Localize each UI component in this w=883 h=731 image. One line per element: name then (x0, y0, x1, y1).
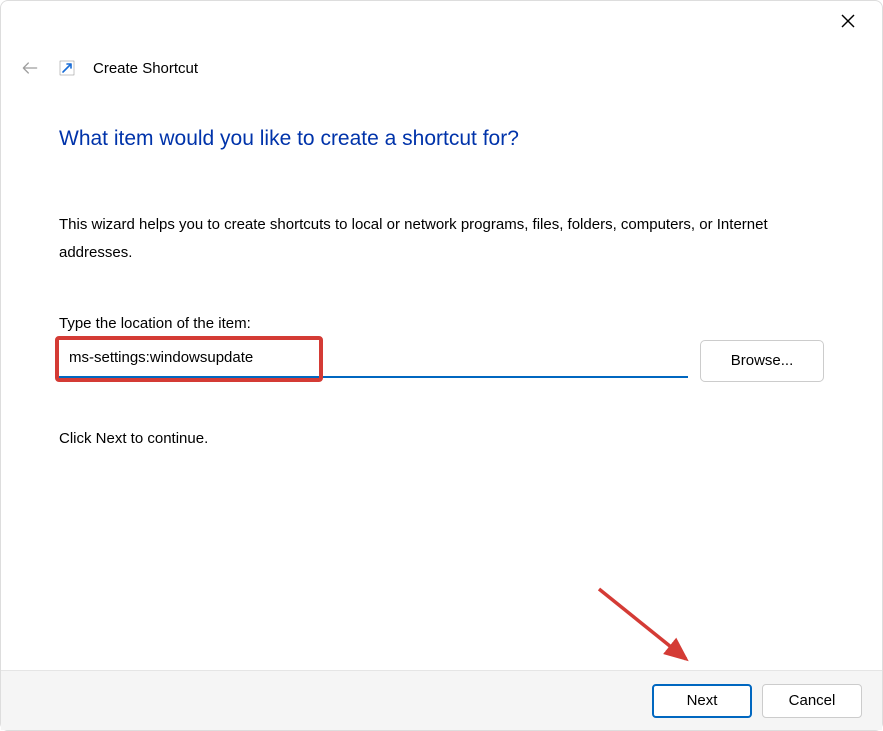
back-arrow-icon (20, 58, 40, 78)
page-heading: What item would you like to create a sho… (59, 127, 824, 151)
titlebar (1, 1, 882, 41)
location-input-wrapper (59, 340, 688, 378)
annotation-arrow (591, 581, 711, 681)
wizard-footer: Next Cancel (1, 670, 882, 730)
wizard-header: Create Shortcut (19, 57, 198, 79)
wizard-content: What item would you like to create a sho… (59, 127, 824, 447)
continue-instruction: Click Next to continue. (59, 430, 824, 447)
input-row: Browse... (59, 340, 824, 382)
wizard-description: This wizard helps you to create shortcut… (59, 211, 824, 267)
location-input[interactable] (59, 340, 688, 378)
location-input-label: Type the location of the item: (59, 315, 824, 332)
next-button[interactable]: Next (652, 684, 752, 718)
shortcut-icon (59, 60, 75, 76)
close-icon (841, 14, 855, 28)
close-button[interactable] (826, 5, 870, 37)
back-button[interactable] (19, 57, 41, 79)
cancel-button[interactable]: Cancel (762, 684, 862, 718)
browse-button[interactable]: Browse... (700, 340, 824, 382)
wizard-title: Create Shortcut (93, 60, 198, 77)
